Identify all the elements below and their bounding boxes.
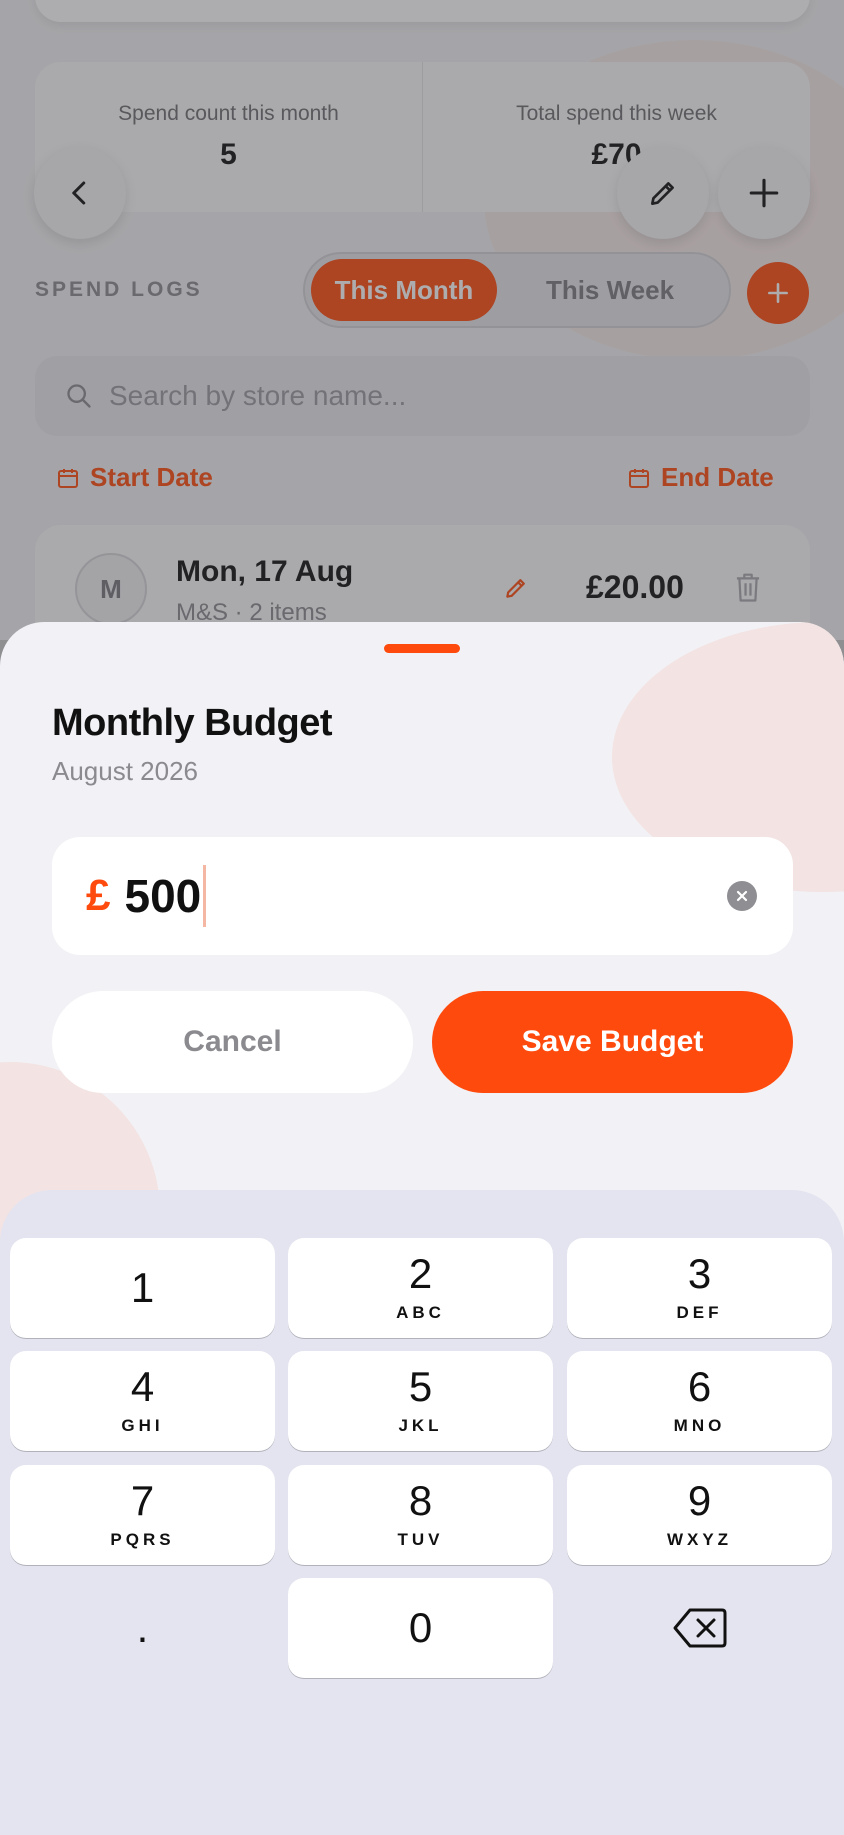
key-number: 3 (687, 1250, 712, 1297)
sheet-title: Monthly Budget (52, 702, 333, 744)
key-8[interactable]: 8 TUV (288, 1465, 553, 1565)
numeric-keypad: 1 2 ABC 3 DEF 4 GHI 5 JKL 6 MNO 7 PQRS 8… (0, 1190, 844, 1835)
key-letters: MNO (673, 1416, 726, 1435)
key-letters: TUV (397, 1530, 444, 1549)
sheet-subtitle: August 2026 (52, 756, 199, 786)
key-letters: JKL (398, 1416, 443, 1435)
budget-amount-input[interactable]: £ 500 (52, 837, 793, 955)
key-number: 5 (408, 1363, 433, 1410)
key-number: 4 (130, 1363, 155, 1410)
key-number: 0 (408, 1604, 433, 1651)
sheet-grabber[interactable] (384, 644, 460, 653)
clear-icon (736, 890, 748, 902)
key-number: 9 (687, 1477, 712, 1524)
key-letters: PQRS (110, 1530, 175, 1549)
key-decimal[interactable]: . (10, 1578, 275, 1678)
key-6[interactable]: 6 MNO (567, 1351, 832, 1451)
key-9[interactable]: 9 WXYZ (567, 1465, 832, 1565)
backspace-icon (673, 1608, 726, 1648)
key-letters: DEF (676, 1303, 723, 1322)
key-4[interactable]: 4 GHI (10, 1351, 275, 1451)
cancel-button[interactable]: Cancel (52, 991, 413, 1093)
key-letters: WXYZ (666, 1530, 733, 1549)
key-number: 2 (408, 1250, 433, 1297)
background-screen: Spend count this month 5 Total spend thi… (0, 0, 844, 640)
save-budget-button[interactable]: Save Budget (432, 991, 793, 1093)
key-1[interactable]: 1 (10, 1238, 275, 1338)
key-number: 1 (130, 1264, 155, 1311)
text-caret (203, 865, 207, 927)
key-number: 6 (687, 1363, 712, 1410)
key-backspace[interactable] (567, 1578, 832, 1678)
key-number: 8 (408, 1477, 433, 1524)
key-letters: ABC (396, 1303, 445, 1322)
key-5[interactable]: 5 JKL (288, 1351, 553, 1451)
key-2[interactable]: 2 ABC (288, 1238, 553, 1338)
key-7[interactable]: 7 PQRS (10, 1465, 275, 1565)
dim-overlay[interactable] (0, 0, 844, 640)
key-3[interactable]: 3 DEF (567, 1238, 832, 1338)
currency-symbol: £ (86, 871, 111, 920)
amount-value: 500 (124, 870, 202, 922)
key-0[interactable]: 0 (288, 1578, 553, 1678)
clear-input-button[interactable] (727, 881, 757, 911)
key-letters: GHI (121, 1416, 164, 1435)
key-number: . (136, 1604, 149, 1651)
key-number: 7 (130, 1477, 155, 1524)
